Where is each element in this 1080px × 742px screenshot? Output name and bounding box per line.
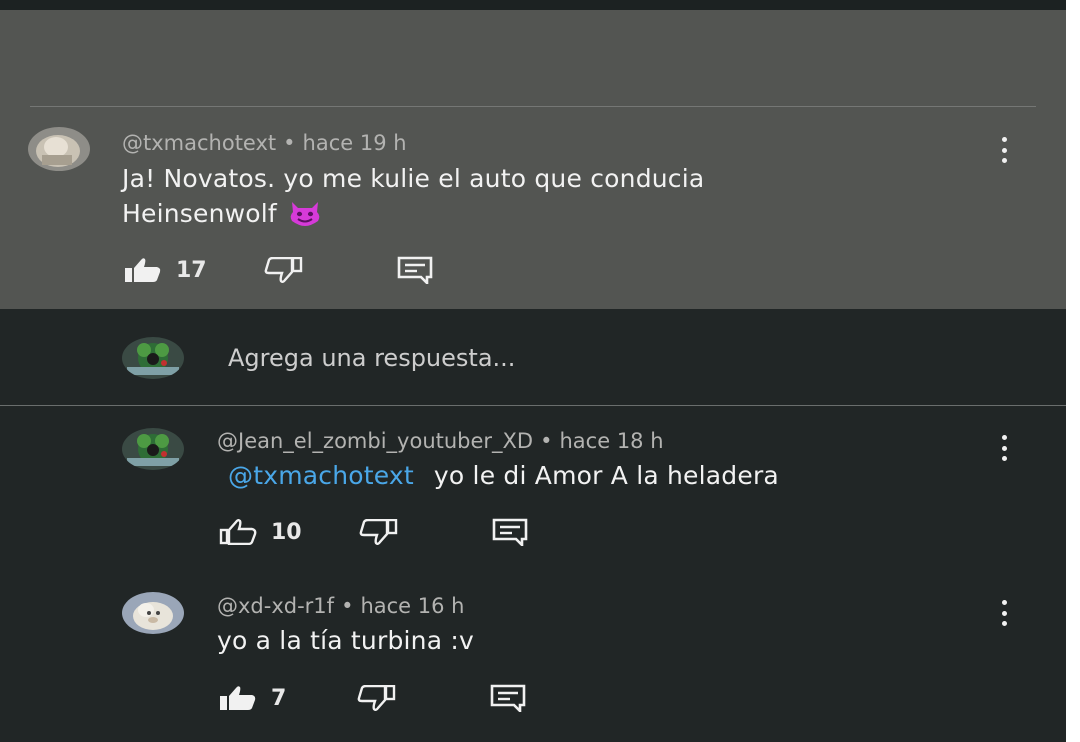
like-count: 7 (271, 685, 287, 711)
more-vert-icon[interactable] (998, 600, 1010, 626)
like-icon[interactable] (124, 257, 162, 283)
comment-text-line2: Heinsenwolf (122, 199, 323, 232)
dislike-icon[interactable] (263, 257, 303, 283)
meta-separator: • (540, 429, 553, 453)
reply-time[interactable]: hace 16 h (360, 594, 464, 618)
reply-meta: @Jean_el_zombi_youtuber_XD • hace 18 h (217, 429, 664, 453)
reply-icon[interactable] (490, 684, 526, 712)
meta-separator: • (341, 594, 354, 618)
more-vert-icon[interactable] (998, 137, 1010, 163)
like-icon[interactable] (219, 685, 257, 711)
comment-text: Ja! Novatos. yo me kulie el auto que con… (122, 164, 705, 193)
reply-icon[interactable] (492, 518, 528, 546)
comment-time[interactable]: hace 19 h (303, 131, 407, 155)
avatar-xd-xd-r1f[interactable] (122, 592, 184, 634)
reply-input[interactable] (228, 340, 1008, 376)
comments-screen: @txmachotext • hace 19 h Ja! Novatos. yo m… (0, 0, 1066, 742)
reply-text-content: yo le di Amor A la heladera (433, 461, 779, 490)
divider-top (30, 106, 1036, 107)
dislike-icon[interactable] (358, 519, 398, 545)
more-vert-icon[interactable] (998, 435, 1010, 461)
reply-icon[interactable] (397, 256, 433, 284)
dislike-icon[interactable] (356, 685, 396, 711)
reply-text: @txmachotext yo le di Amor A la heladera (228, 461, 779, 490)
mention-link[interactable]: @txmachotext (228, 461, 414, 490)
reply-text: yo a la tía turbina :v (217, 626, 475, 655)
like-count: 17 (176, 257, 207, 283)
divider-replies (0, 405, 1066, 406)
reply-actions: 10 (219, 518, 528, 546)
comment-text-line2-content: Heinsenwolf (122, 199, 277, 228)
top-strip (0, 0, 1066, 10)
meta-separator: • (283, 131, 296, 155)
comment-meta: @txmachotext • hace 19 h (122, 131, 407, 155)
comment-author[interactable]: @txmachotext (122, 131, 276, 155)
current-user-avatar[interactable] (122, 337, 184, 379)
reply-meta: @xd-xd-r1f • hace 16 h (217, 594, 464, 618)
avatar-txmachotext[interactable] (28, 127, 90, 171)
like-count: 10 (271, 519, 302, 545)
avatar-jean-el-zombi[interactable] (122, 428, 184, 470)
reply-actions: 7 (219, 684, 526, 712)
smiling-imp-icon (287, 200, 323, 232)
reply-author[interactable]: @Jean_el_zombi_youtuber_XD (217, 429, 533, 453)
reply-author[interactable]: @xd-xd-r1f (217, 594, 334, 618)
reply-time[interactable]: hace 18 h (560, 429, 664, 453)
comment-actions: 17 (124, 256, 433, 284)
like-icon[interactable] (219, 519, 257, 545)
